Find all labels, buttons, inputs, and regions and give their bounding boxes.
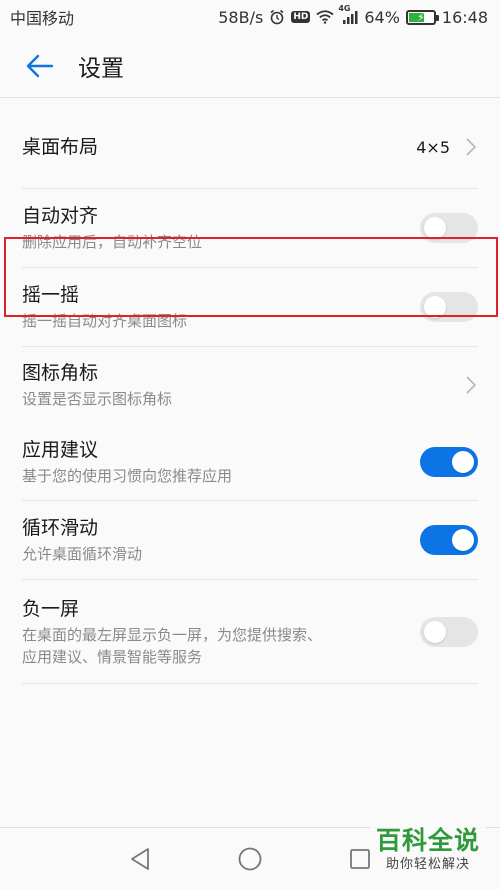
setting-title: 应用建议 (22, 438, 99, 461)
nav-back-button[interactable] (125, 844, 155, 874)
toggle-knob (452, 529, 474, 551)
battery-percent: 64% (364, 7, 400, 27)
alarm-icon (269, 9, 285, 25)
setting-text: 桌面布局 (22, 134, 98, 160)
toggle-knob (424, 296, 446, 318)
triangle-back-icon (131, 847, 149, 870)
watermark-logo: 百科全说 助你轻松解决 (370, 819, 486, 881)
setting-text: 负一屏 在桌面的最左屏显示负一屏，为您提供搜索、 应用建议、情景智能等服务 (22, 596, 322, 668)
setting-title: 自动对齐 (22, 205, 99, 227)
app-suggestions-toggle[interactable] (420, 446, 478, 477)
setting-control: 4×5 (416, 137, 478, 157)
hd-badge: HD (291, 11, 311, 23)
setting-row-app-suggestions: 应用建议 基于您的使用习惯向您推荐应用 (22, 423, 478, 501)
setting-row-shake: 摇一摇 摇一摇自动对齐桌面图标 (22, 268, 478, 347)
setting-subtitle: 在桌面的最左屏显示负一屏，为您提供搜索、 (22, 625, 323, 644)
chevron-right-icon (464, 375, 478, 395)
cellular-signal-icon: 4G (338, 4, 358, 24)
wifi-icon (316, 10, 334, 24)
app-bar: 设置 (0, 34, 500, 98)
status-bar: 中国移动 58B/s HD 4G 64% ⚡ 16:48 (0, 0, 500, 34)
toggle-knob (424, 217, 446, 239)
setting-title: 桌面布局 (22, 136, 99, 158)
toggle-knob (424, 620, 446, 643)
setting-row-auto-align: 自动对齐 删除应用后，自动补齐空位 (22, 189, 478, 268)
net-speed: 58B/s (218, 7, 264, 27)
setting-subtitle: 设置是否显示图标角标 (22, 390, 173, 408)
setting-text: 自动对齐 删除应用后，自动补齐空位 (22, 203, 202, 253)
setting-value: 4×5 (416, 137, 450, 157)
setting-subtitle: 基于您的使用习惯向您推荐应用 (22, 466, 233, 485)
battery-icon: ⚡ (405, 9, 439, 25)
settings-list: 桌面布局 4×5 自动对齐 删除应用后，自动补齐空位 摇一摇 摇一摇自动对齐桌面… (0, 106, 500, 684)
nav-home-button[interactable] (235, 844, 265, 874)
setting-row-desktop-layout[interactable]: 桌面布局 4×5 (22, 106, 478, 189)
setting-subtitle: 允许桌面循环滑动 (22, 545, 143, 563)
toggle-knob (452, 450, 474, 473)
screen: 中国移动 58B/s HD 4G 64% ⚡ 16:48 设置 桌面布局 4×5… (0, 0, 500, 889)
setting-text: 摇一摇 摇一摇自动对齐桌面图标 (22, 282, 187, 332)
network-type-label: 4G (338, 4, 351, 13)
page-title: 设置 (78, 55, 124, 82)
setting-title: 图标角标 (22, 362, 99, 384)
chevron-right-icon (464, 137, 478, 157)
setting-row-icon-badge[interactable]: 图标角标 设置是否显示图标角标 (22, 347, 478, 423)
circle-home-icon (238, 847, 262, 870)
auto-align-toggle[interactable] (420, 213, 478, 243)
loop-scroll-toggle[interactable] (420, 525, 478, 555)
status-icons: 58B/s HD 4G 64% ⚡ 16:48 (218, 4, 488, 27)
setting-control (464, 375, 478, 395)
square-recents-icon (350, 848, 370, 869)
carrier-label: 中国移动 (10, 9, 75, 28)
setting-text: 应用建议 基于您的使用习惯向您推荐应用 (22, 437, 232, 487)
watermark-title: 百科全说 (375, 826, 480, 855)
setting-title: 负一屏 (22, 597, 80, 620)
setting-row-loop-scroll: 循环滑动 允许桌面循环滑动 (22, 501, 478, 580)
setting-subtitle: 摇一摇自动对齐桌面图标 (22, 312, 188, 330)
setting-subtitle-line2: 应用建议、情景智能等服务 (22, 647, 203, 666)
setting-row-minus-one-screen: 负一屏 在桌面的最左屏显示负一屏，为您提供搜索、 应用建议、情景智能等服务 (22, 580, 478, 684)
setting-subtitle: 删除应用后，自动补齐空位 (22, 233, 203, 251)
minus-one-screen-toggle[interactable] (420, 616, 478, 647)
setting-text: 图标角标 设置是否显示图标角标 (22, 360, 172, 410)
setting-title: 循环滑动 (22, 517, 99, 539)
watermark-subtitle: 助你轻松解决 (385, 857, 470, 872)
shake-toggle[interactable] (420, 292, 478, 322)
setting-title: 摇一摇 (22, 284, 80, 306)
arrow-left-icon (26, 54, 54, 77)
back-button[interactable] (22, 48, 58, 84)
clock: 16:48 (441, 7, 488, 27)
setting-text: 循环滑动 允许桌面循环滑动 (22, 515, 142, 565)
charging-bolt-icon: ⚡ (417, 10, 425, 24)
